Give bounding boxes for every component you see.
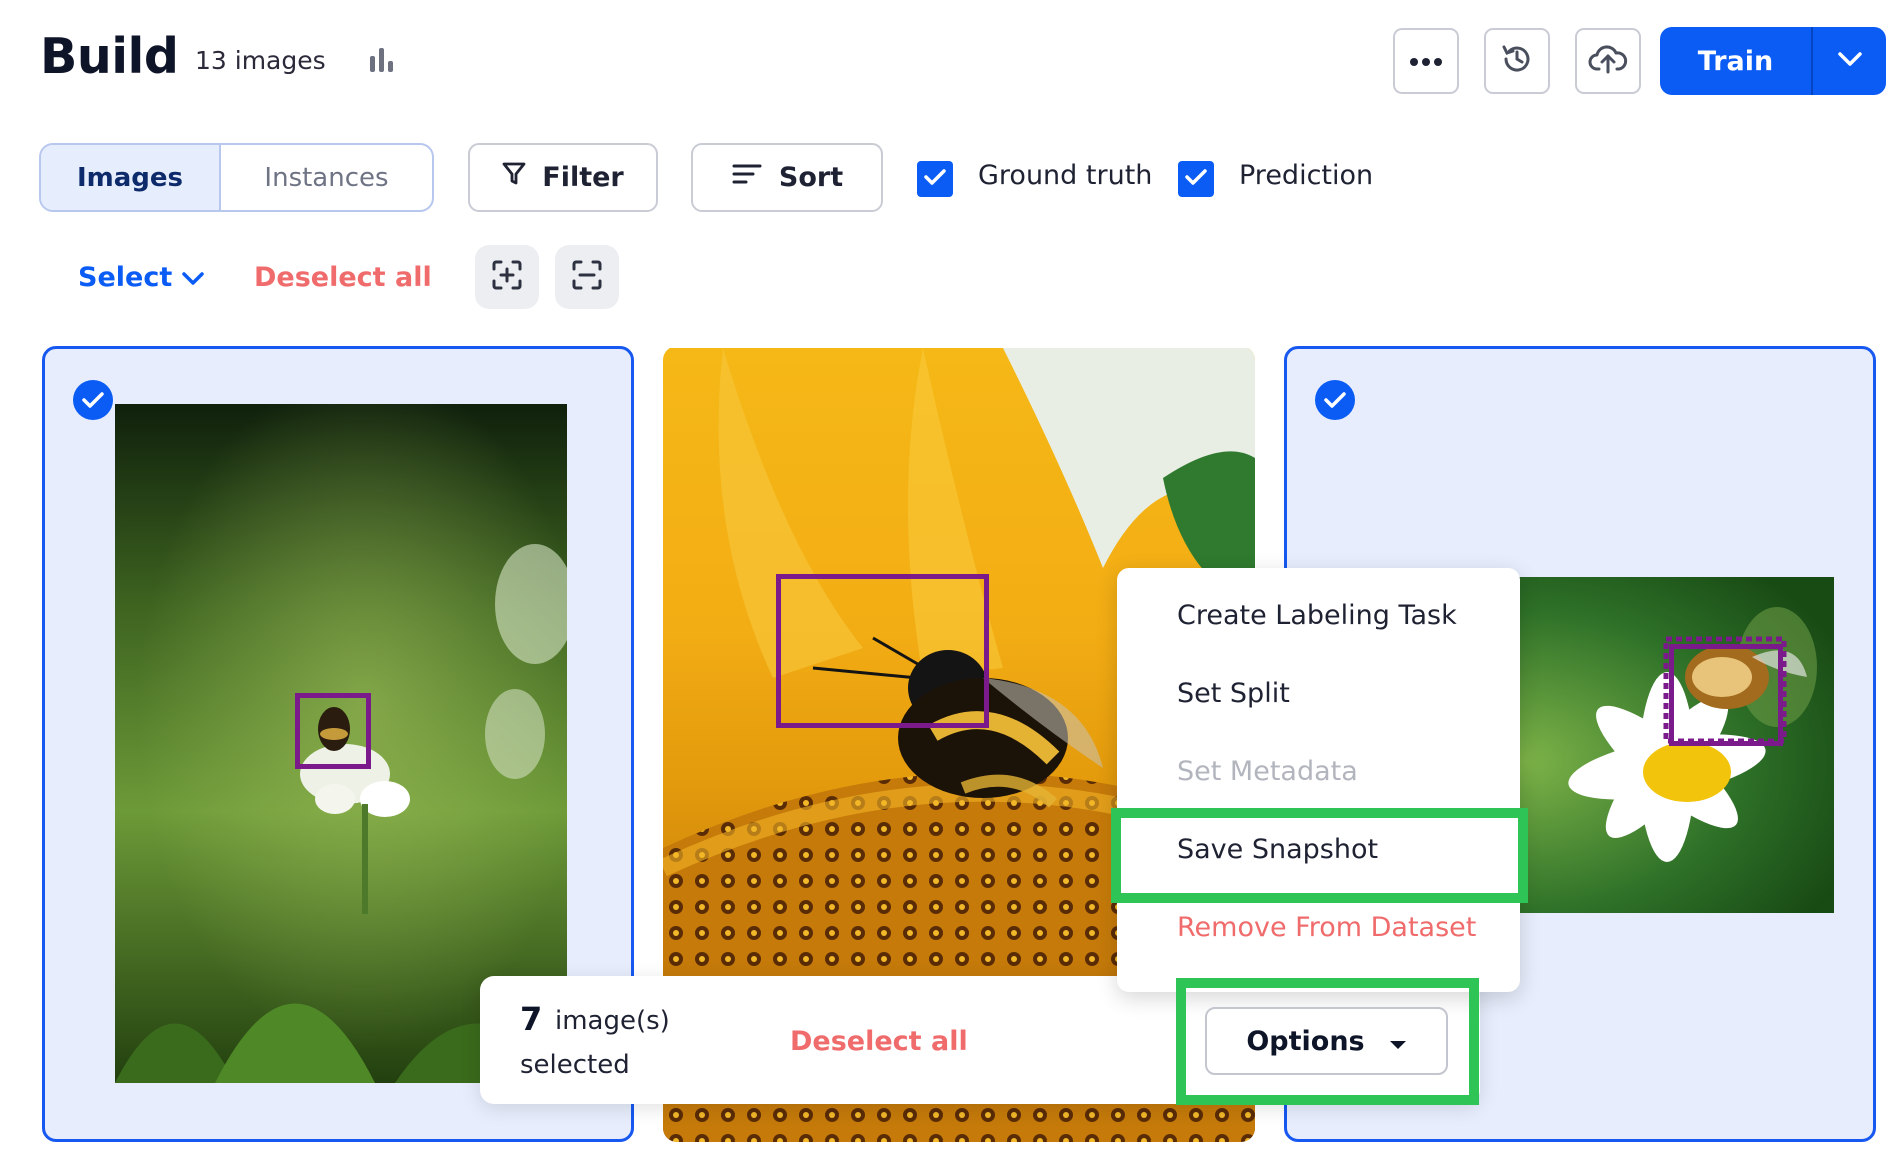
prediction-checkbox[interactable]	[1178, 161, 1214, 197]
selection-deselect-all-link[interactable]: Deselect all	[790, 1026, 968, 1057]
caret-down-icon	[1389, 1026, 1407, 1057]
filter-icon	[502, 161, 526, 194]
zoom-in-button[interactable]	[475, 245, 539, 309]
history-button[interactable]	[1484, 28, 1550, 94]
bounding-box	[1669, 644, 1783, 746]
menu-item-remove-from-dataset[interactable]: Remove From Dataset	[1177, 912, 1476, 943]
selected-count-line2: selected	[520, 1050, 630, 1080]
cloud-upload-icon	[1588, 42, 1628, 80]
save-snapshot-highlight	[1111, 808, 1528, 903]
options-label: Options	[1246, 1025, 1365, 1057]
bounding-box	[776, 574, 989, 728]
menu-item-set-metadata: Set Metadata	[1177, 756, 1358, 787]
train-button[interactable]: Train	[1660, 27, 1811, 95]
prediction-label[interactable]: Prediction	[1239, 160, 1373, 191]
train-button-group: Train	[1660, 27, 1886, 95]
menu-item-set-split[interactable]: Set Split	[1177, 678, 1290, 709]
filter-button[interactable]: Filter	[468, 143, 658, 212]
options-button[interactable]: Options	[1205, 1007, 1448, 1075]
check-icon	[1184, 167, 1208, 191]
zoom-out-button[interactable]	[555, 245, 619, 309]
focus-plus-icon	[491, 259, 523, 295]
sort-label: Sort	[778, 162, 844, 193]
select-dropdown[interactable]: Select	[78, 262, 204, 293]
menu-item-create-labeling-task[interactable]: Create Labeling Task	[1177, 600, 1457, 631]
focus-minus-icon	[571, 259, 603, 295]
filter-label: Filter	[542, 162, 624, 193]
chevron-down-icon	[1837, 51, 1863, 71]
view-tabs: Images Instances	[39, 143, 434, 212]
deselect-all-link[interactable]: Deselect all	[254, 262, 432, 293]
select-label: Select	[78, 262, 173, 293]
options-menu: Create Labeling Task Set Split Set Metad…	[1117, 568, 1520, 992]
selected-count: 7	[520, 1000, 543, 1038]
selected-check-icon[interactable]	[73, 380, 113, 420]
ground-truth-checkbox[interactable]	[917, 161, 953, 197]
ground-truth-label[interactable]: Ground truth	[978, 160, 1152, 191]
upload-button[interactable]	[1575, 28, 1641, 94]
sort-icon	[731, 162, 763, 193]
chevron-down-icon	[182, 262, 204, 293]
tab-instances[interactable]: Instances	[221, 145, 432, 210]
history-icon	[1499, 41, 1535, 81]
page-title: Build	[40, 28, 179, 85]
selected-check-icon[interactable]	[1315, 380, 1355, 420]
train-dropdown-button[interactable]	[1813, 27, 1886, 95]
image-count: 13 images	[195, 46, 326, 75]
selected-count-suffix: image(s)	[555, 1006, 670, 1036]
more-horizontal-icon	[1409, 52, 1443, 71]
bounding-box	[295, 693, 371, 769]
check-icon	[923, 167, 947, 191]
bar-chart-icon[interactable]	[366, 44, 398, 76]
tab-images[interactable]: Images	[41, 145, 221, 210]
more-actions-button[interactable]	[1393, 28, 1459, 94]
sort-button[interactable]: Sort	[691, 143, 883, 212]
